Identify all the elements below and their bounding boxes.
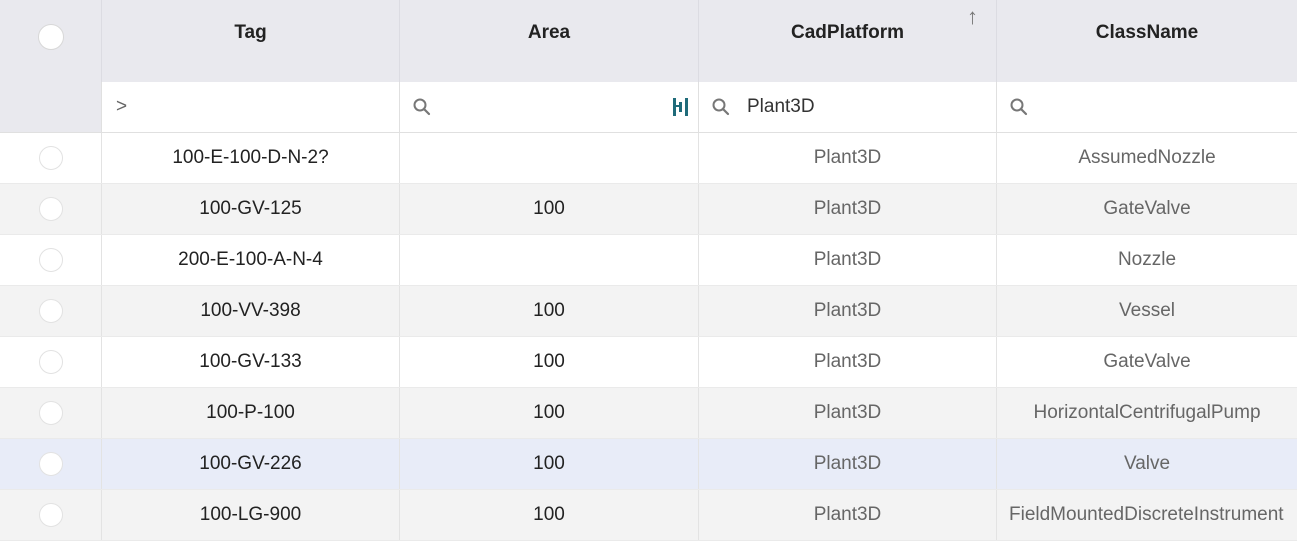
row-select-cell [0,235,102,285]
tag-cell: 100-GV-226 [102,439,400,489]
cadplatform-cell: Plant3D [699,133,997,183]
row-select-cell [0,286,102,336]
search-icon [412,97,432,117]
tag-cell: 100-GV-125 [102,184,400,234]
row-checkbox[interactable] [38,503,63,527]
tag-cell: 100-LG-900 [102,490,400,540]
cadplatform-cell: Plant3D [699,286,997,336]
row-checkbox[interactable] [38,197,63,221]
row-checkbox[interactable] [38,401,63,425]
table-row[interactable]: 200-E-100-A-N-4 Plant3D Nozzle [0,235,1297,286]
table-row[interactable]: 100-GV-226 100 Plant3D Valve [0,439,1297,490]
select-all-checkbox[interactable] [37,24,64,50]
row-checkbox[interactable] [38,350,63,374]
area-filter-input[interactable] [400,82,699,132]
row-checkbox[interactable] [38,299,63,323]
column-header-classname-label: ClassName [1095,22,1199,43]
column-header-area-label: Area [527,22,571,43]
classname-cell: AssumedNozzle [1078,147,1216,168]
filter-prompt-icon: > [116,96,128,117]
area-cell: 100 [400,490,699,540]
cadplatform-filter-input[interactable]: Plant3D [699,82,997,132]
row-select-cell [0,439,102,489]
column-header-cadplatform-label: CadPlatform [791,22,904,43]
area-cell: 100 [400,337,699,387]
data-grid: Tag Area CadPlatform ↑ ClassName > Plant… [0,0,1297,541]
classname-cell: GateValve [1103,198,1191,219]
tag-filter-input[interactable]: > [102,82,400,132]
area-cell [400,235,699,285]
classname-cell: Vessel [1119,300,1175,321]
row-select-cell [0,337,102,387]
tag-cell: 100-E-100-D-N-2? [102,133,400,183]
cadplatform-cell: Plant3D [699,490,997,540]
row-select-cell [0,133,102,183]
table-row[interactable]: 100-VV-398 100 Plant3D Vessel [0,286,1297,337]
tag-cell: 100-VV-398 [102,286,400,336]
sort-ascending-icon[interactable]: ↑ [967,4,978,30]
column-header-area[interactable]: Area [400,0,699,82]
row-select-cell [0,490,102,540]
filter-spacer [0,82,102,132]
row-select-cell [0,388,102,438]
classname-cell: HorizontalCentrifugalPump [1033,402,1261,423]
row-checkbox[interactable] [38,146,63,170]
table-row[interactable]: 100-LG-900 100 Plant3D FieldMountedDiscr… [0,490,1297,541]
area-cell: 100 [400,184,699,234]
classname-cell: Nozzle [1117,249,1177,270]
classname-cell: FieldMountedDiscreteInstrument [1009,504,1284,525]
cadplatform-cell: Plant3D [699,337,997,387]
area-cell: 100 [400,388,699,438]
classname-filter-input[interactable] [997,82,1297,132]
column-header-tag[interactable]: Tag [102,0,400,82]
area-cell [400,133,699,183]
cadplatform-filter-value: Plant3D [747,96,815,117]
cadplatform-cell: Plant3D [699,388,997,438]
classname-cell: GateValve [1103,351,1191,372]
search-icon [1009,97,1029,117]
table-row[interactable]: 100-P-100 100 Plant3D HorizontalCentrifu… [0,388,1297,439]
tag-cell: 100-GV-133 [102,337,400,387]
table-row[interactable]: 100-GV-125 100 Plant3D GateValve [0,184,1297,235]
cadplatform-cell: Plant3D [699,235,997,285]
search-icon [711,97,731,117]
area-cell: 100 [400,439,699,489]
area-cell: 100 [400,286,699,336]
column-chooser-icon[interactable] [672,96,690,118]
table-row[interactable]: 100-GV-133 100 Plant3D GateValve [0,337,1297,388]
row-select-cell [0,184,102,234]
row-checkbox[interactable] [38,452,63,476]
row-checkbox[interactable] [38,248,63,272]
cadplatform-cell: Plant3D [699,184,997,234]
tag-cell: 100-P-100 [102,388,400,438]
column-header-cadplatform[interactable]: CadPlatform ↑ [699,0,997,82]
cadplatform-cell: Plant3D [699,439,997,489]
classname-cell: Valve [1123,453,1171,474]
header-row: Tag Area CadPlatform ↑ ClassName [0,0,1297,82]
select-all-cell [0,0,102,82]
tag-cell: 200-E-100-A-N-4 [102,235,400,285]
table-row[interactable]: 100-E-100-D-N-2? Plant3D AssumedNozzle [0,133,1297,184]
column-header-tag-label: Tag [234,22,267,43]
filter-row: > Plant3D [0,82,1297,133]
column-header-classname[interactable]: ClassName [997,0,1297,82]
